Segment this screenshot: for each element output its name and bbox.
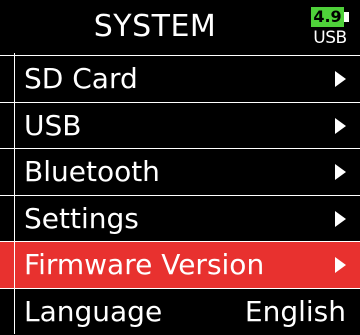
menu-item-label: Language xyxy=(24,294,163,328)
chevron-right-icon xyxy=(335,117,346,134)
menu-item-usb[interactable]: USB xyxy=(0,101,360,149)
menu-item-language[interactable]: Language English xyxy=(0,287,360,335)
menu-item-label: Settings xyxy=(24,201,139,235)
device-screen: SYSTEM 4.9 USB SD Card USB Bluetooth Set… xyxy=(0,0,360,334)
chevron-right-icon xyxy=(335,257,346,273)
chevron-right-icon xyxy=(335,210,346,227)
menu-item-label: USB xyxy=(24,108,82,142)
power-source-label: USB xyxy=(313,28,347,48)
language-value: English xyxy=(244,294,346,328)
screen-header: SYSTEM 4.9 USB xyxy=(0,0,360,53)
screen-title: SYSTEM xyxy=(93,9,217,44)
menu-item-sd-card[interactable]: SD Card xyxy=(0,55,360,102)
menu-item-label: SD Card xyxy=(24,62,138,95)
battery-level: 4.9 xyxy=(313,7,342,26)
battery-tip xyxy=(344,12,349,22)
menu-item-bluetooth[interactable]: Bluetooth xyxy=(0,148,360,195)
menu-item-firmware-version[interactable]: Firmware Version xyxy=(0,241,360,288)
menu-item-label: Firmware Version xyxy=(24,248,265,281)
system-menu: SD Card USB Bluetooth Settings Firmware … xyxy=(0,55,360,334)
menu-item-settings[interactable]: Settings xyxy=(0,194,360,242)
menu-item-label: Bluetooth xyxy=(24,155,160,188)
battery-icon: 4.9 xyxy=(311,7,349,27)
chevron-right-icon xyxy=(335,164,346,180)
chevron-right-icon xyxy=(335,71,346,87)
